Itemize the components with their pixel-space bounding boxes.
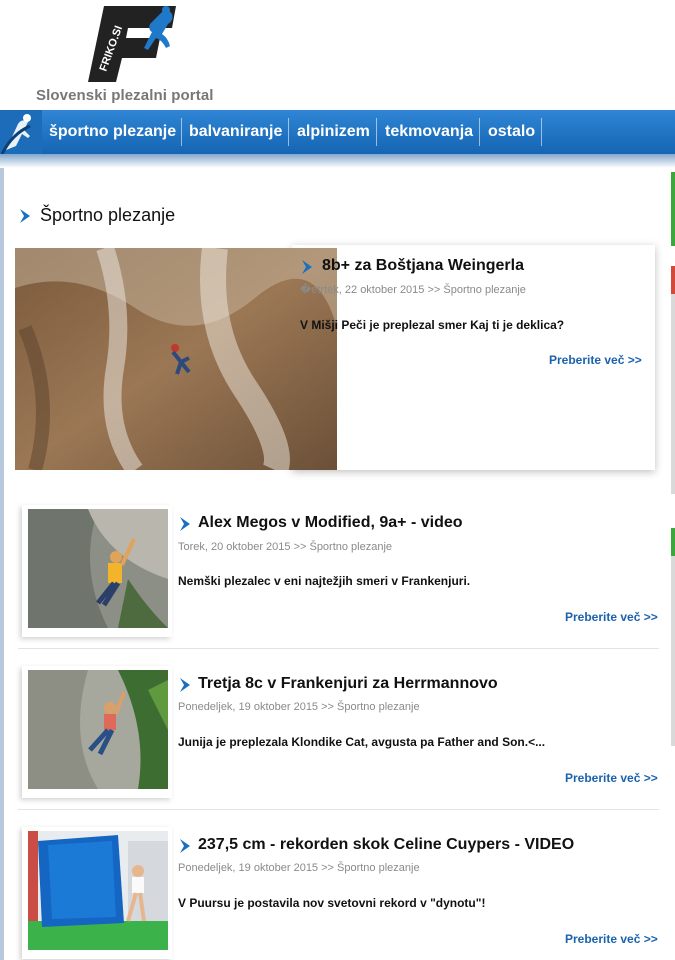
nav-separator <box>541 118 542 146</box>
nav-item-balvaniranje[interactable]: balvaniranje <box>189 110 282 154</box>
nav-separator <box>181 118 182 146</box>
article-meta: Ponedeljek, 19 oktober 2015 >> Športno p… <box>178 862 420 874</box>
chevron-right-icon <box>300 259 316 280</box>
article-thumbnail[interactable] <box>28 670 168 789</box>
featured-article-image[interactable] <box>15 245 337 476</box>
featured-article-meta: �etrtek, 22 oktober 2015 >> Športno plez… <box>300 284 526 296</box>
article-divider <box>18 809 659 810</box>
nav-item-ostalo[interactable]: ostalo <box>488 110 535 154</box>
nav-item-tekmovanja[interactable]: tekmovanja <box>385 110 473 154</box>
content-border <box>0 168 4 960</box>
article-meta: Torek, 20 oktober 2015 >> Športno plezan… <box>178 541 393 553</box>
nav-separator <box>479 118 480 146</box>
article-thumbnail[interactable] <box>28 831 168 950</box>
read-more-link[interactable]: Preberite več >> <box>549 353 642 367</box>
sidebar-edge-green <box>671 172 675 246</box>
article-meta: Ponedeljek, 19 oktober 2015 >> Športno p… <box>178 701 420 713</box>
article-excerpt: V Puursu je postavila nov svetovni rekor… <box>178 896 486 910</box>
nav-item-alpinizem[interactable]: alpinizem <box>297 110 370 154</box>
article-divider <box>18 648 659 649</box>
sidebar-edge-green <box>671 528 675 556</box>
chevron-right-icon <box>18 207 34 230</box>
read-more-link[interactable]: Preberite več >> <box>565 610 658 624</box>
site-tagline: Slovenski plezalni portal <box>36 87 214 104</box>
article-title[interactable]: Tretja 8c v Frankenjuri za Herrmannovo <box>198 675 498 693</box>
chevron-right-icon <box>178 838 194 859</box>
read-more-link[interactable]: Preberite več >> <box>565 932 658 946</box>
nav-item-sportno-plezanje[interactable]: športno plezanje <box>49 110 176 154</box>
article-thumbnail[interactable] <box>28 509 168 628</box>
section-title: Športno plezanje <box>40 205 176 225</box>
site-logo[interactable]: FRIKO.SI <box>76 2 182 84</box>
nav-separator <box>288 118 289 146</box>
climber-icon[interactable] <box>0 110 42 155</box>
featured-article-excerpt: V Mišji Peči je preplezal smer Kaj ti je… <box>300 318 565 332</box>
article-excerpt: Nemški plezalec v eni najtežjih smeri v … <box>178 574 471 588</box>
sidebar-edge-grey <box>671 294 675 494</box>
chevron-right-icon <box>178 516 194 537</box>
sidebar-edge-grey <box>671 556 675 746</box>
featured-article-title[interactable]: 8b+ za Boštjana Weingerla <box>322 257 524 275</box>
chevron-right-icon <box>178 677 194 698</box>
nav-separator <box>376 118 377 146</box>
read-more-link[interactable]: Preberite več >> <box>565 771 658 785</box>
article-excerpt: Junija je preplezala Klondike Cat, avgus… <box>178 735 546 749</box>
nav-shadow <box>0 154 675 168</box>
article-title[interactable]: Alex Megos v Modified, 9a+ - video <box>198 514 463 532</box>
sidebar-edge-red <box>671 266 675 294</box>
article-title[interactable]: 237,5 cm - rekorden skok Celine Cuypers … <box>198 836 574 854</box>
